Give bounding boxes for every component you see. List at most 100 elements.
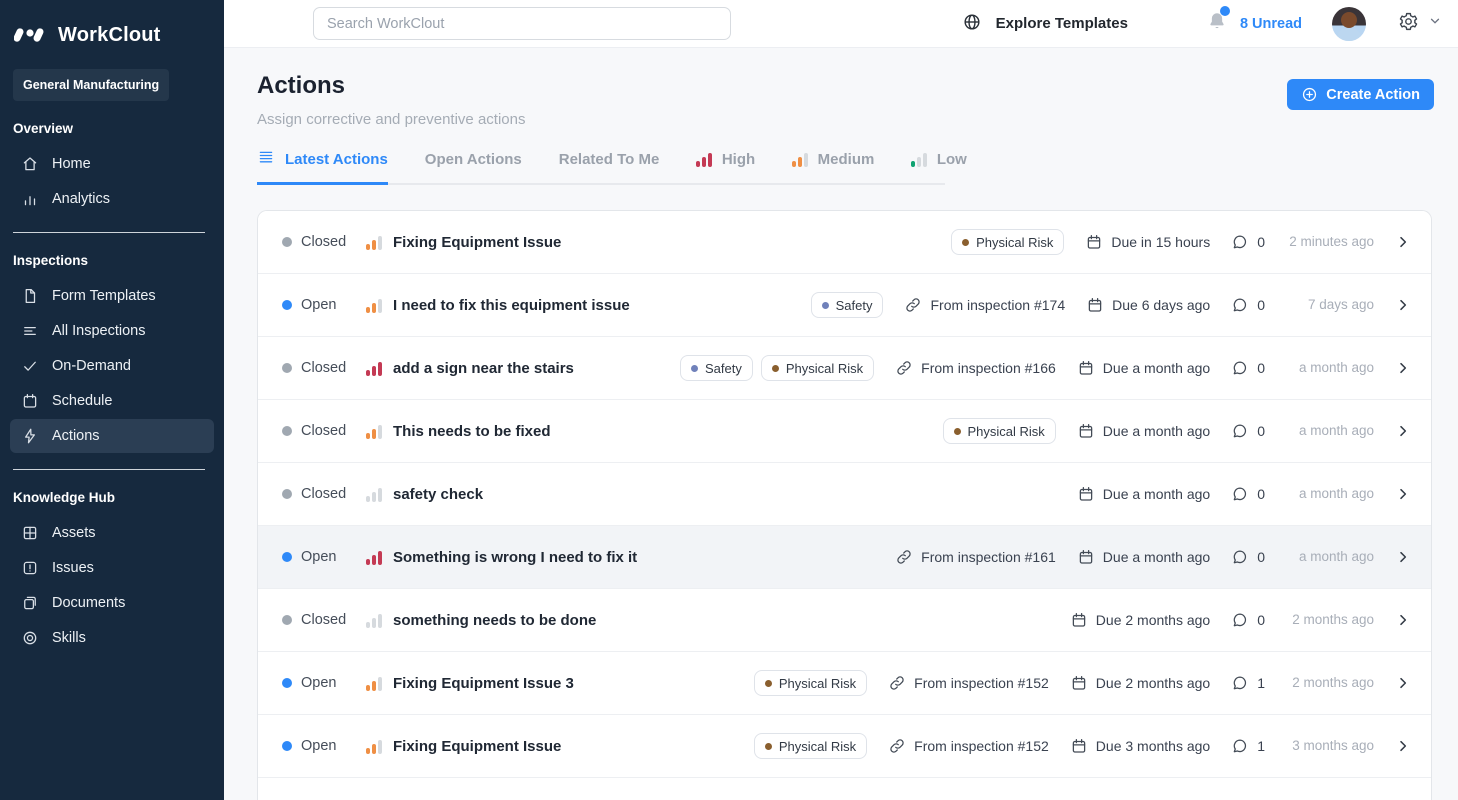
chevron-right-icon[interactable] (1395, 360, 1411, 376)
actions-icon (21, 427, 39, 445)
tag-safety: Safety (680, 355, 753, 381)
chevron-right-icon[interactable] (1395, 549, 1411, 565)
table-row[interactable]: Open Fixing Equipment Issue From inspect… (258, 778, 1431, 800)
status-dot (282, 237, 292, 247)
comments[interactable]: 0 (1231, 611, 1265, 629)
comments[interactable]: 1 (1231, 674, 1265, 692)
row-right: Physical Risk Due a month ago 0 a month … (942, 418, 1412, 444)
comment-icon (1231, 548, 1249, 566)
due-date: Due 2 months ago (1070, 674, 1210, 692)
row-right: Physical Risk Due in 15 hours 0 2 minute… (951, 229, 1411, 255)
sidebar-item-on-demand[interactable]: On-Demand (10, 349, 214, 383)
table-row[interactable]: Closed something needs to be done Due 2 … (258, 589, 1431, 652)
search-input[interactable] (313, 7, 731, 40)
comments[interactable]: 0 (1231, 233, 1265, 251)
sidebar-item-issues[interactable]: Issues (10, 551, 214, 585)
chevron-right-icon[interactable] (1395, 297, 1411, 313)
table-row[interactable]: Closed add a sign near the stairs Safety… (258, 337, 1431, 400)
table-row[interactable]: Open I need to fix this equipment issue … (258, 274, 1431, 337)
tab-label: Related To Me (558, 150, 660, 168)
priority-bars-icon (366, 298, 384, 313)
due-date: Due 2 months ago (1070, 611, 1210, 629)
comments[interactable]: 0 (1231, 485, 1265, 503)
status-dot (282, 615, 292, 625)
table-row[interactable]: Open Something is wrong I need to fix it… (258, 526, 1431, 589)
tab-label: Latest Actions (285, 150, 388, 168)
comments[interactable]: 0 (1231, 359, 1265, 377)
sidebar-item-assets[interactable]: Assets (10, 516, 214, 550)
status-cell: Open (282, 297, 366, 313)
comment-count: 1 (1257, 738, 1265, 754)
status-label: Closed (301, 423, 347, 439)
tags: Physical Risk (753, 733, 868, 759)
comments[interactable]: 0 (1231, 548, 1265, 566)
create-action-button[interactable]: Create Action (1287, 79, 1434, 110)
sidebar-item-all-inspections[interactable]: All Inspections (10, 314, 214, 348)
table-row[interactable]: Open Fixing Equipment Issue Physical Ris… (258, 715, 1431, 778)
sidebar-item-documents[interactable]: Documents (10, 586, 214, 620)
sidebar: WorkClout General Manufacturing Overview… (0, 0, 224, 800)
gear-icon (1398, 11, 1419, 37)
table-row[interactable]: Closed safety check Due a month ago 0 a … (258, 463, 1431, 526)
inspection-link[interactable]: From inspection #166 (895, 359, 1056, 377)
notifications-button[interactable] (1206, 6, 1230, 37)
action-title: something needs to be done (393, 611, 597, 629)
calendar-icon (1077, 359, 1095, 377)
status-cell: Closed (282, 234, 366, 250)
sidebar-item-home[interactable]: Home (10, 147, 214, 181)
notification-dot (1219, 6, 1230, 16)
tab-low[interactable]: Low (911, 148, 967, 185)
relative-time: a month ago (1298, 548, 1374, 564)
status-dot (282, 363, 292, 373)
comment-count: 1 (1257, 675, 1265, 691)
explore-templates-button[interactable]: Explore Templates (962, 12, 1128, 36)
workspace-selector[interactable]: General Manufacturing (13, 69, 170, 101)
sidebar-item-form-templates[interactable]: Form Templates (10, 279, 214, 313)
skills-icon (21, 629, 39, 647)
comment-count: 0 (1257, 612, 1265, 628)
tab-bar: Latest Actions Open Actions Related To M… (257, 148, 967, 185)
link-icon (904, 296, 922, 314)
chevron-right-icon[interactable] (1395, 612, 1411, 628)
chevron-right-icon[interactable] (1395, 738, 1411, 754)
inspection-link[interactable]: From inspection #152 (888, 674, 1049, 692)
user-avatar[interactable] (1332, 6, 1366, 41)
table-row[interactable]: Open Fixing Equipment Issue 3 Physical R… (258, 652, 1431, 715)
sidebar-item-analytics[interactable]: Analytics (10, 182, 214, 216)
issues-icon (21, 559, 39, 577)
due-date: Due a month ago (1077, 422, 1210, 440)
inspection-label: From inspection #152 (914, 738, 1049, 754)
table-row[interactable]: Closed Fixing Equipment Issue Physical R… (258, 211, 1431, 274)
settings-menu-button[interactable] (1398, 11, 1442, 37)
inspection-link[interactable]: From inspection #152 (888, 737, 1049, 755)
tab-open-actions[interactable]: Open Actions (425, 148, 522, 185)
tab-latest-actions[interactable]: Latest Actions (257, 148, 388, 185)
status-dot (282, 741, 292, 751)
sidebar-section-label: Knowledge Hub (13, 490, 115, 505)
comments[interactable]: 1 (1231, 737, 1265, 755)
comment-icon (1231, 233, 1249, 251)
comments[interactable]: 0 (1231, 296, 1265, 314)
chevron-right-icon[interactable] (1395, 486, 1411, 502)
inspection-link[interactable]: From inspection #174 (904, 296, 1065, 314)
sidebar-item-actions[interactable]: Actions (10, 419, 214, 453)
tab-medium[interactable]: Medium (792, 148, 874, 185)
chevron-right-icon[interactable] (1395, 675, 1411, 691)
chevron-right-icon[interactable] (1395, 234, 1411, 250)
unread-count[interactable]: 8 Unread (1240, 16, 1302, 32)
sidebar-item-schedule[interactable]: Schedule (10, 384, 214, 418)
comments[interactable]: 0 (1231, 422, 1265, 440)
tab-related-to-me[interactable]: Related To Me (559, 148, 660, 185)
sidebar-item-skills[interactable]: Skills (10, 621, 214, 655)
chevron-right-icon[interactable] (1395, 423, 1411, 439)
inspection-link[interactable]: From inspection #161 (895, 548, 1056, 566)
status-cell: Closed (282, 360, 366, 376)
tab-high[interactable]: High (696, 148, 755, 185)
tag-physical-risk: Physical Risk (951, 229, 1065, 255)
page-title: Actions (257, 72, 346, 99)
status-dot (282, 678, 292, 688)
table-row[interactable]: Closed This needs to be fixed Physical R… (258, 400, 1431, 463)
due-date: Due a month ago (1077, 548, 1210, 566)
action-title: Fixing Equipment Issue 3 (393, 674, 574, 692)
due-label: Due a month ago (1102, 423, 1211, 439)
